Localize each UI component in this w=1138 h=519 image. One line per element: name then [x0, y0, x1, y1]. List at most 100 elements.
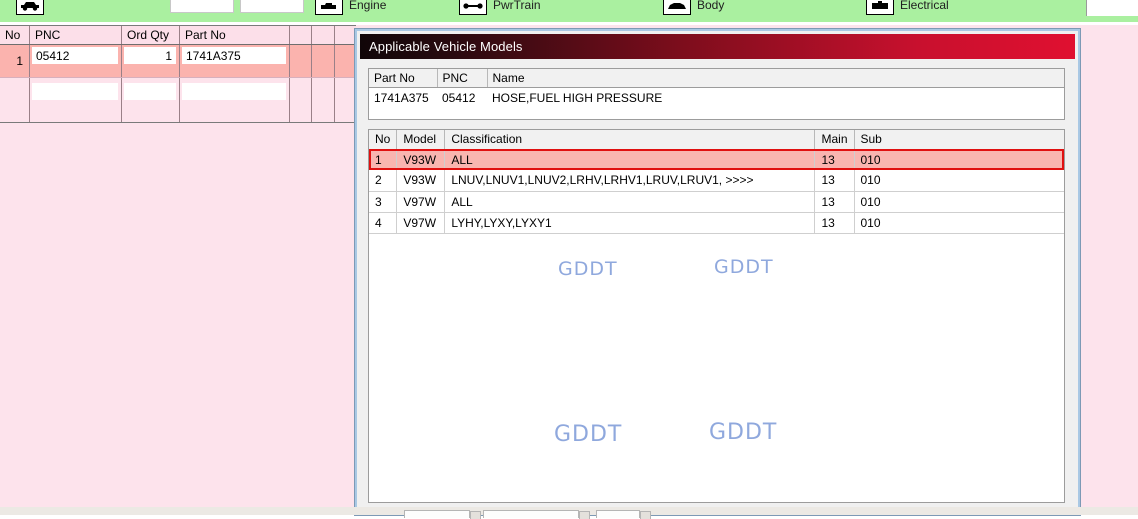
part-info-cell-pnc: 05412 [437, 87, 487, 108]
order-cell-ordqty[interactable] [122, 78, 180, 122]
models-panel: No Model Classification Main Sub 1 V93W … [368, 129, 1065, 503]
models-cell-classification: ALL [444, 149, 816, 170]
part-info-col-partno: Part No [369, 69, 438, 88]
order-table: No PNC Ord Qty Part No 1 05412 1 1741A37… [0, 25, 356, 123]
order-cell-no [0, 78, 30, 122]
part-info-panel: Part No PNC Name 1741A375 05412 HOSE,FUE… [368, 68, 1065, 120]
bottom-combo-1[interactable] [404, 510, 470, 518]
models-cell-model: V97W [396, 212, 446, 234]
table-row[interactable]: 4 V97W LYHY,LYXY,LYXY1 13 010 [369, 212, 1064, 234]
toolbar-field-1[interactable] [170, 0, 234, 13]
chevron-down-icon[interactable] [640, 511, 651, 519]
order-cell-no: 1 [0, 45, 30, 77]
dialog-body: Part No PNC Name 1741A375 05412 HOSE,FUE… [360, 59, 1075, 515]
bottom-control-strip [0, 507, 1138, 519]
pnc-input[interactable]: 05412 [32, 47, 118, 64]
models-col-main: Main [814, 130, 855, 150]
toolbar-item-car[interactable] [16, 0, 50, 16]
models-cell-classification: ALL [444, 191, 816, 213]
applicable-vehicle-models-dialog: Applicable Vehicle Models Part No PNC Na… [355, 29, 1080, 515]
part-info-cell-partno: 1741A375 [369, 87, 437, 108]
part-info-header-row: Part No PNC Name [369, 69, 1064, 88]
order-cell-extra-1 [290, 45, 312, 77]
bottom-combo-2[interactable] [483, 510, 579, 518]
bottom-combo-3[interactable] [596, 510, 640, 518]
chevron-down-icon[interactable] [579, 511, 590, 519]
order-col-no: No [0, 26, 30, 44]
models-cell-model: V93W [396, 149, 446, 170]
models-table: No Model Classification Main Sub 1 V93W … [369, 130, 1064, 234]
table-row[interactable]: 2 V93W LNUV,LNUV1,LNUV2,LRHV,LRHV1,LRUV,… [369, 170, 1064, 192]
order-cell-ordqty[interactable]: 1 [122, 45, 180, 77]
models-cell-no: 2 [369, 170, 398, 192]
watermark-gddt: GDDT [554, 422, 623, 447]
toolbar-item-pwrtrain[interactable]: PwrTrain [459, 0, 541, 16]
part-info-cell-name: HOSE,FUEL HIGH PRESSURE [487, 87, 1064, 108]
models-col-model: Model [396, 130, 446, 150]
models-cell-model: V93W [396, 170, 446, 192]
order-cell-extra-3 [335, 78, 356, 122]
toolbar-label-electrical: Electrical [900, 0, 949, 12]
order-cell-extra-2 [312, 45, 335, 77]
order-cell-partno[interactable] [180, 78, 290, 122]
order-table-header: No PNC Ord Qty Part No [0, 26, 356, 45]
toolbar-label-engine: Engine [349, 0, 387, 12]
pnc-input[interactable] [32, 83, 118, 100]
order-col-extra-1 [290, 26, 312, 44]
toolbar-item-body[interactable]: Body [663, 0, 724, 16]
models-header-row: No Model Classification Main Sub [369, 130, 1064, 150]
top-toolbar: Engine PwrTrain Body Electrical [0, 0, 1138, 22]
toolbar-field-2[interactable] [240, 0, 304, 13]
models-cell-main: 13 [814, 170, 855, 192]
ord-qty-input[interactable] [124, 83, 176, 100]
toolbar-label-body: Body [697, 0, 725, 12]
toolbar-item-electrical[interactable]: Electrical [866, 0, 949, 16]
models-cell-sub: 010 [854, 170, 1064, 192]
ord-qty-input[interactable]: 1 [124, 47, 176, 64]
table-row[interactable]: 1 V93W ALL 13 010 [369, 149, 1064, 170]
models-cell-no: 4 [369, 212, 398, 234]
watermark-gddt: GDDT [558, 258, 618, 280]
models-cell-classification: LYHY,LYXY,LYXY1 [444, 212, 816, 234]
part-info-row: 1741A375 05412 HOSE,FUEL HIGH PRESSURE [369, 87, 1064, 108]
order-col-ordqty: Ord Qty [122, 26, 180, 44]
engine-icon [315, 0, 343, 15]
part-no-input[interactable] [182, 83, 286, 100]
order-col-pnc: PNC [30, 26, 122, 44]
dialog-titlebar[interactable]: Applicable Vehicle Models [360, 34, 1075, 59]
toolbar-item-engine[interactable]: Engine [315, 0, 386, 16]
dialog-title: Applicable Vehicle Models [369, 39, 523, 54]
chevron-down-icon[interactable] [470, 511, 481, 519]
pwrtrain-icon [459, 0, 487, 15]
models-cell-main: 13 [814, 212, 855, 234]
toolbar-label-pwrtrain: PwrTrain [493, 0, 541, 12]
order-col-extra-3 [335, 26, 356, 44]
watermark-gddt: GDDT [709, 420, 778, 445]
models-cell-sub: 010 [854, 149, 1064, 170]
body-icon [663, 0, 691, 15]
order-cell-partno[interactable]: 1741A375 [180, 45, 290, 77]
table-row[interactable]: 1 05412 1 1741A375 [0, 45, 356, 77]
models-cell-no: 3 [369, 191, 398, 213]
part-info-table: Part No PNC Name 1741A375 05412 HOSE,FUE… [369, 69, 1064, 108]
models-col-classification: Classification [444, 130, 816, 150]
toolbar-field-right[interactable] [1086, 0, 1138, 16]
models-cell-sub: 010 [854, 212, 1064, 234]
order-cell-pnc[interactable]: 05412 [30, 45, 122, 77]
part-no-input[interactable]: 1741A375 [182, 47, 286, 64]
electrical-icon [866, 0, 894, 15]
models-col-no: No [369, 130, 398, 150]
models-cell-classification: LNUV,LNUV1,LNUV2,LRHV,LRHV1,LRUV,LRUV1, … [444, 170, 816, 192]
models-cell-main: 13 [814, 191, 855, 213]
models-cell-no: 1 [369, 149, 398, 170]
table-row[interactable]: 3 V97W ALL 13 010 [369, 191, 1064, 213]
order-cell-extra-2 [312, 78, 335, 122]
car-icon [16, 0, 44, 15]
models-cell-model: V97W [396, 191, 446, 213]
models-cell-sub: 010 [854, 191, 1064, 213]
order-cell-extra-3 [335, 45, 356, 77]
table-row[interactable] [0, 77, 356, 122]
order-col-partno: Part No [180, 26, 290, 44]
order-cell-pnc[interactable] [30, 78, 122, 122]
part-info-col-pnc: PNC [437, 69, 488, 88]
